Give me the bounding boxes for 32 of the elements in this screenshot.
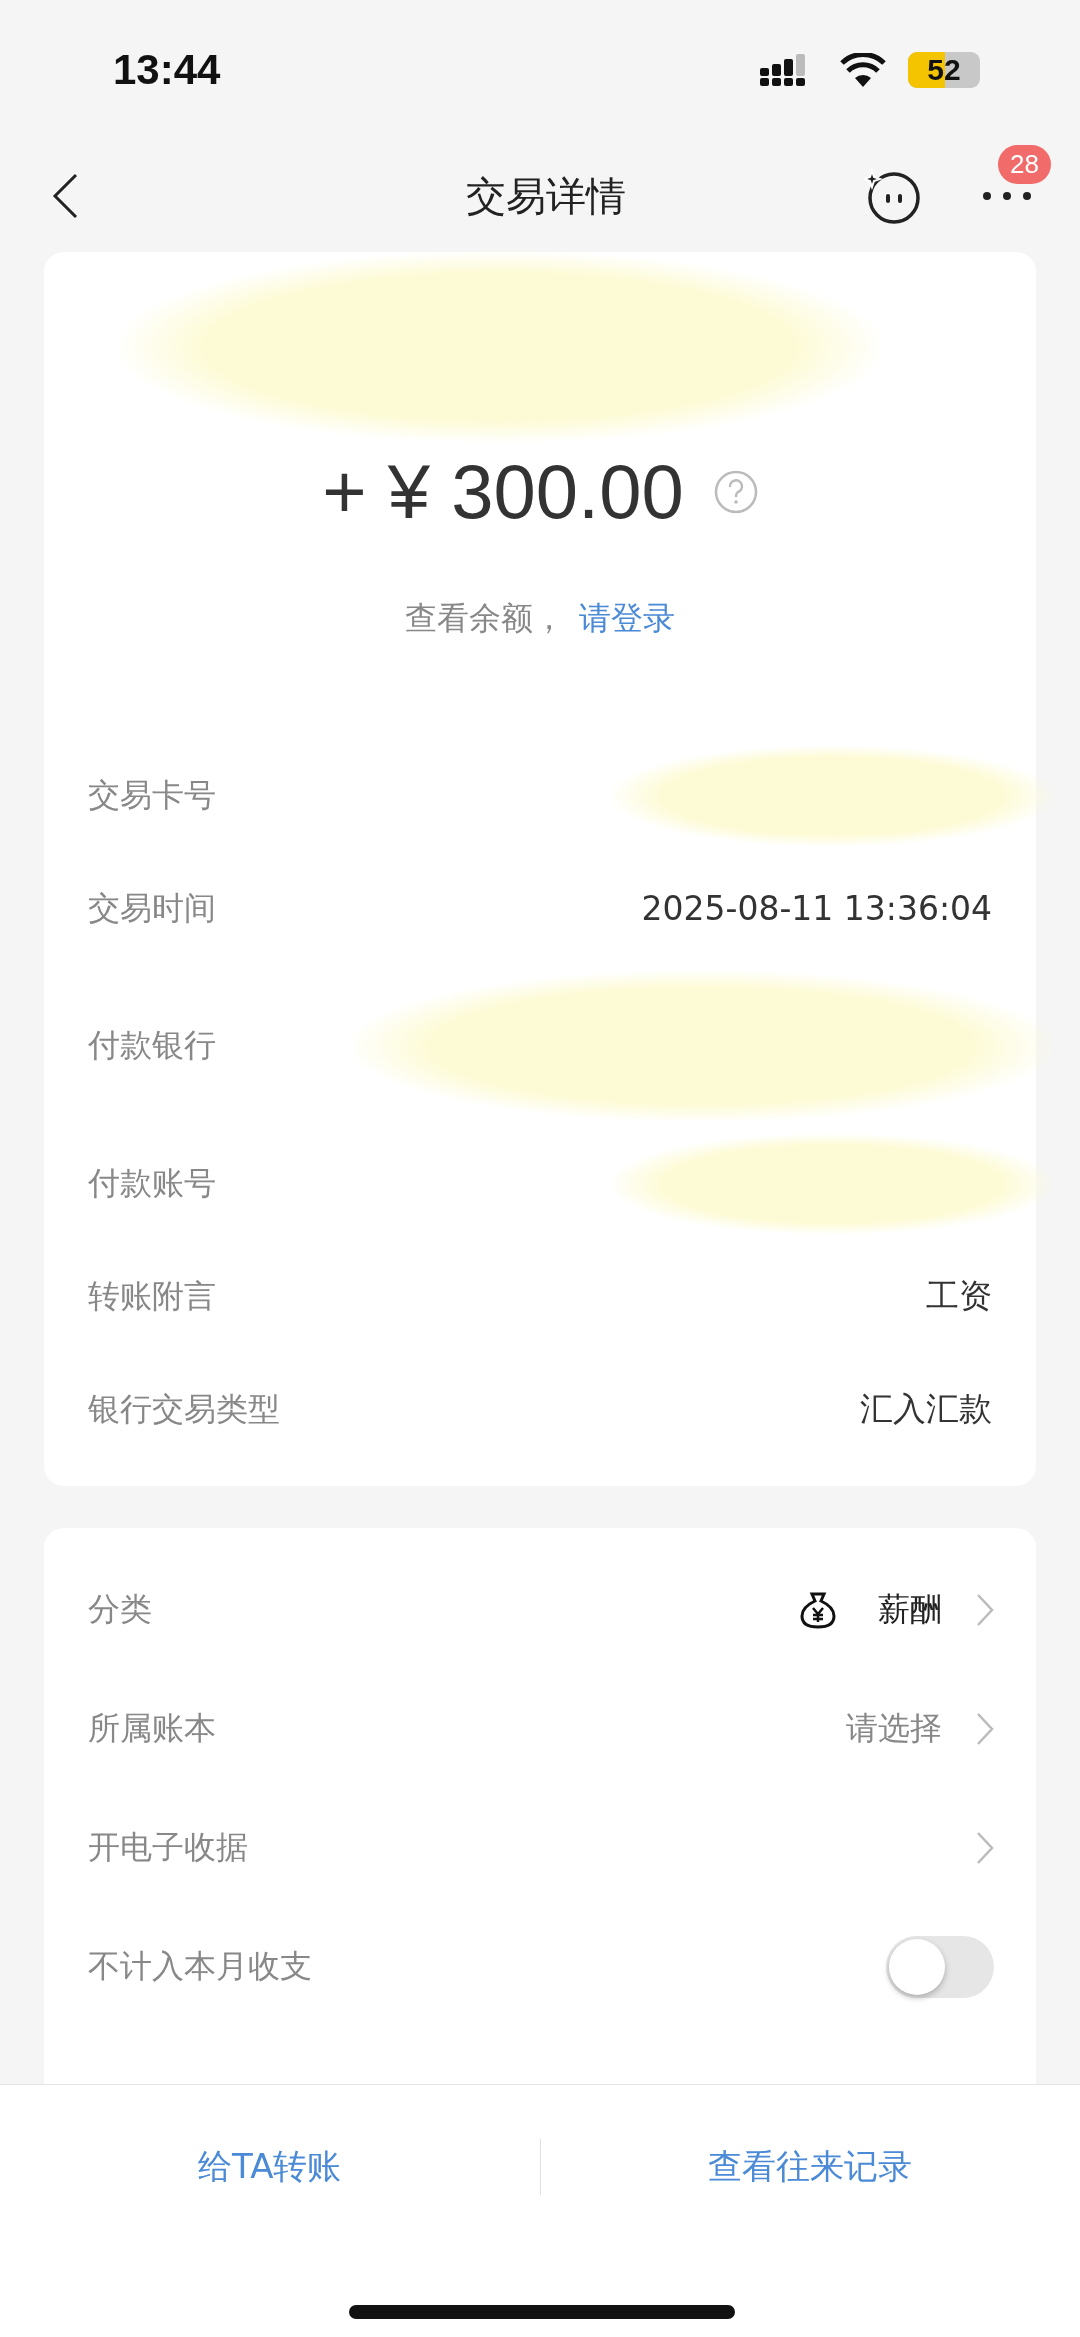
login-link[interactable]: 请登录 [579, 597, 675, 641]
setting-value: 薪酬 [878, 1588, 942, 1630]
balance-prompt: 查看余额， [405, 598, 565, 639]
help-icon[interactable] [713, 469, 758, 514]
detail-label: 付款银行 [88, 1025, 216, 1066]
action-button[interactable]: 查看往来记录 [539, 2139, 1080, 2195]
action-button[interactable]: 给TA转账 [0, 2139, 540, 2195]
more-icon[interactable] [982, 189, 1032, 202]
setting-prompt: 请选择 [846, 1707, 942, 1749]
page-title: 交易详情 [466, 171, 626, 221]
smiley-icon[interactable] [864, 167, 922, 225]
detail-value: 汇入汇款 [860, 1388, 992, 1430]
detail-label: 银行交易类型 [88, 1388, 280, 1430]
detail-label: 付款账号 [88, 1162, 216, 1204]
wifi-icon [840, 53, 886, 87]
setting-label[interactable]: 所属账本 [88, 1706, 216, 1751]
setting-label: 不计入本月收支 [88, 1945, 312, 1987]
detail-label: 交易卡号 [88, 774, 216, 816]
amount: + ¥ 300.00 [322, 448, 684, 535]
setting-label[interactable]: 开电子收据 [88, 1825, 248, 1870]
toggle-switch[interactable] [886, 1935, 994, 1998]
detail-value: 工资 [926, 1275, 992, 1317]
back-icon[interactable] [52, 173, 78, 219]
detail-value: 2025-08-11 13:36:04 [641, 889, 992, 928]
detail-label: 转账附言 [88, 1275, 216, 1317]
chevron-icon[interactable] [976, 1711, 994, 1746]
chevron-icon[interactable] [976, 1592, 994, 1627]
setting-label[interactable]: 分类 [88, 1587, 152, 1632]
status-time: 13:44 [113, 46, 221, 94]
detail-label: 交易时间 [88, 887, 216, 929]
notification-badge: 28 [998, 144, 1051, 184]
chevron-icon[interactable] [976, 1830, 994, 1865]
